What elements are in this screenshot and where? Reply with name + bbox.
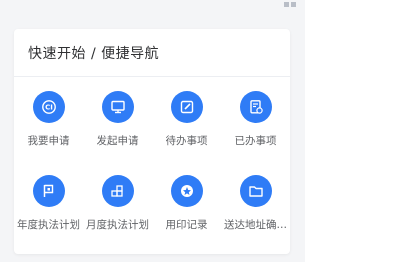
folder-icon: [239, 175, 272, 207]
page: 快速开始 / 便捷导航 CI 我要申请 发起申请 待办事项 已办事项 年度执法计…: [0, 0, 420, 262]
nav-item-label: 发起申请: [96, 135, 139, 147]
svg-text:CI: CI: [45, 104, 53, 112]
seal-icon: [170, 175, 203, 207]
quick-nav-grid: CI 我要申请 发起申请 待办事项 已办事项 年度执法计划 月度执法计划 用印记…: [14, 91, 290, 259]
nav-item-label: 用印记录: [165, 219, 208, 231]
document-check-icon: [239, 91, 272, 123]
monitor-icon: [101, 91, 134, 123]
edit-icon: [170, 91, 203, 123]
nav-item-annual-plan[interactable]: 年度执法计划: [14, 175, 83, 259]
card-header: 快速开始 / 便捷导航: [14, 29, 290, 77]
nav-item-start-apply[interactable]: 发起申请: [83, 91, 152, 175]
nav-item-label: 我要申请: [27, 135, 70, 147]
ci-icon: CI: [32, 91, 65, 123]
nav-item-monthly-plan[interactable]: 月度执法计划: [83, 175, 152, 259]
grid-icon[interactable]: [284, 2, 297, 8]
nav-item-label: 月度执法计划: [86, 219, 149, 231]
nav-item-my-apply[interactable]: CI 我要申请: [14, 91, 83, 175]
quick-nav-row: CI 我要申请 发起申请 待办事项 已办事项: [14, 91, 290, 175]
nav-item-label: 送达地址确…: [224, 219, 287, 231]
nav-item-todo[interactable]: 待办事项: [152, 91, 221, 175]
nav-item-label: 待办事项: [165, 135, 208, 147]
blocks-icon: [101, 175, 134, 207]
content-area: 快速开始 / 便捷导航 CI 我要申请 发起申请 待办事项 已办事项 年度执法计…: [0, 0, 305, 262]
nav-item-label: 年度执法计划: [17, 219, 80, 231]
nav-item-label: 已办事项: [234, 135, 277, 147]
quick-nav-card: 快速开始 / 便捷导航 CI 我要申请 发起申请 待办事项 已办事项 年度执法计…: [14, 29, 290, 254]
nav-item-done[interactable]: 已办事项: [221, 91, 290, 175]
nav-item-seal-record[interactable]: 用印记录: [152, 175, 221, 259]
flag-icon: [32, 175, 65, 207]
quick-nav-row: 年度执法计划 月度执法计划 用印记录 送达地址确…: [14, 175, 290, 259]
nav-item-delivery-address[interactable]: 送达地址确…: [221, 175, 290, 259]
card-title: 快速开始 / 便捷导航: [28, 45, 160, 62]
